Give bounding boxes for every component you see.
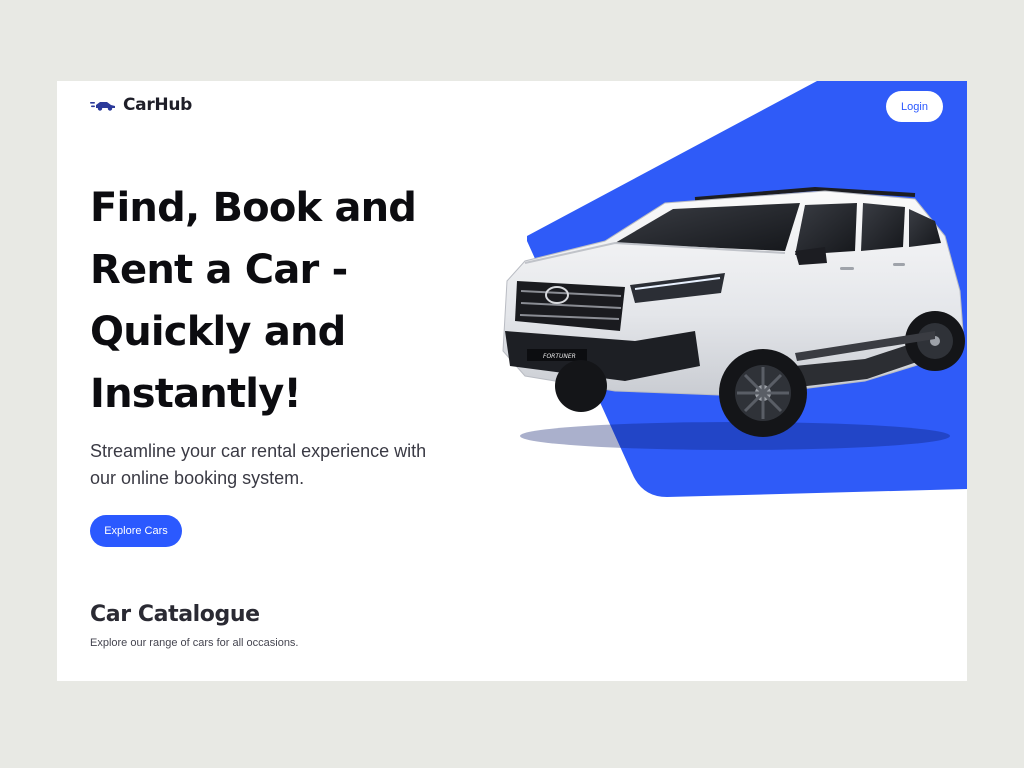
hero-subtitle: Streamline your car rental experience wi… <box>90 441 427 488</box>
landing-page: CarHub Login Find, Book and Rent a Car -… <box>57 81 967 681</box>
navbar: CarHub Login <box>57 81 967 133</box>
login-button[interactable]: Login <box>886 91 943 122</box>
catalogue-subtitle: Explore our range of cars for all occasi… <box>90 637 299 649</box>
brand-name: CarHub <box>123 95 193 115</box>
catalogue-title: Car Catalogue <box>90 602 260 627</box>
logo[interactable]: CarHub <box>90 95 192 115</box>
hero-title: Find, Book and Rent a Car - Quickly and … <box>90 185 417 417</box>
explore-cars-button[interactable]: Explore Cars <box>90 515 182 547</box>
car-icon <box>90 102 115 111</box>
car-badge-text: FORTUNER <box>543 353 576 360</box>
white-suv-image: FORTUNER <box>502 186 965 450</box>
